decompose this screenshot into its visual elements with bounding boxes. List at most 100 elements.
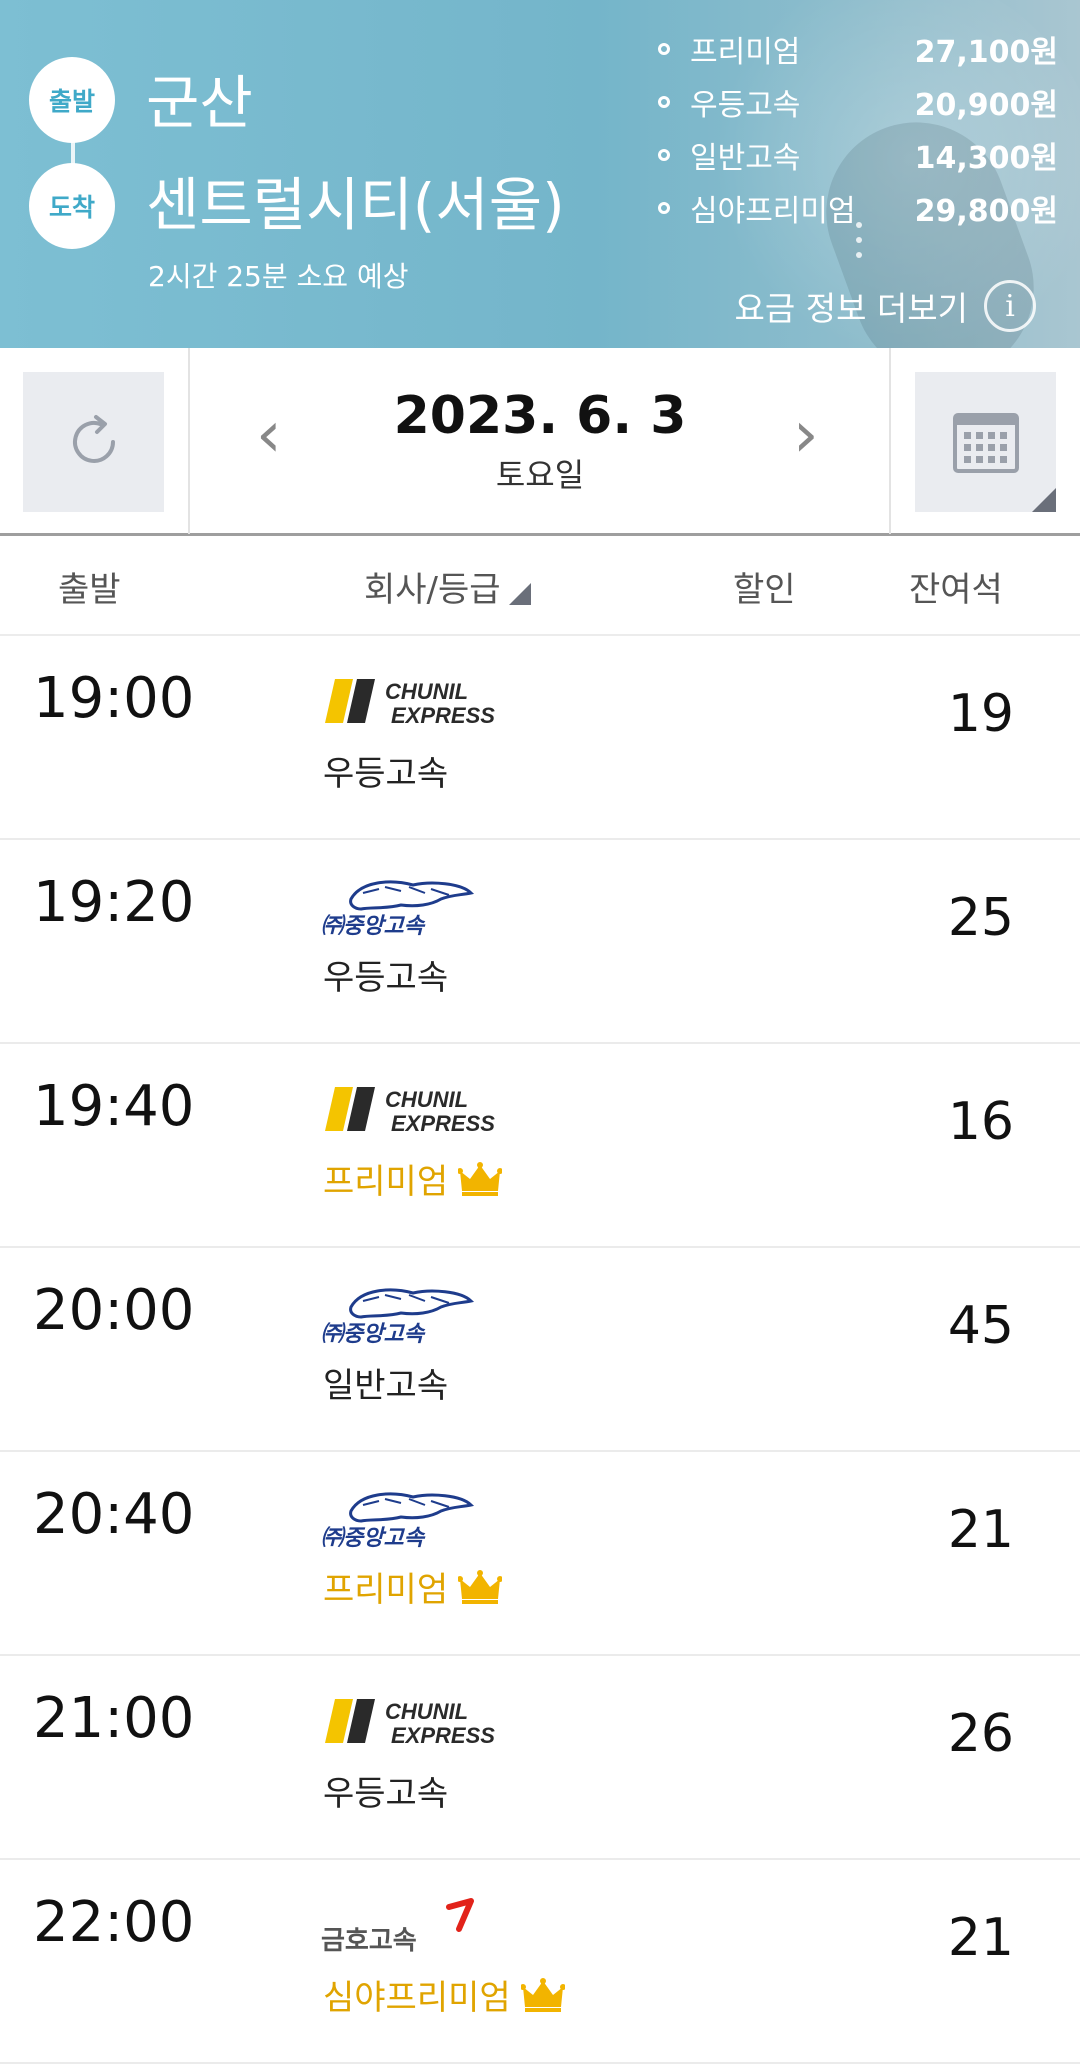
fare-name: 프리미엄 <box>690 34 801 70</box>
bus-grade-label: 일반고속 <box>323 1366 449 1406</box>
svg-text:㈜중앙고속: ㈜중앙고속 <box>321 1322 426 1345</box>
fare-name: 심야프리미엄 <box>690 193 856 229</box>
fare-price: 27,100원 <box>914 34 1058 70</box>
departure-time: 22:00 <box>33 1890 195 1955</box>
fare-item: 일반고속 14,300원 <box>658 128 1058 181</box>
fare-item: 우등고속 20,900원 <box>658 75 1058 128</box>
bus-grade: 우등고속 <box>323 1766 448 1815</box>
bus-row[interactable]: 19:00 CHUNIL EXPRESS 우등고속 19 <box>0 636 1080 840</box>
bus-row[interactable]: 20:00 ㈜중앙고속 일반고속 45 <box>0 1248 1080 1452</box>
bus-grade-label: 프리미엄 <box>323 1570 449 1610</box>
fare-price: 14,300원 <box>914 140 1058 176</box>
bus-grade-label: 심야프리미엄 <box>323 1978 511 2018</box>
divider <box>188 348 190 534</box>
crown-icon <box>458 1161 503 1196</box>
departure-time: 21:00 <box>33 1686 195 1751</box>
crown-icon <box>458 1569 503 1604</box>
bullet-icon <box>658 42 670 55</box>
more-dots-icon <box>856 222 862 267</box>
arrival-city: 센트럴시티(서울) <box>146 171 565 239</box>
remaining-seats: 16 <box>947 1092 1014 1152</box>
column-header-departure[interactable]: 출발 <box>58 562 121 611</box>
column-header-company-label: 회사/등급 <box>364 570 501 610</box>
divider <box>889 348 891 534</box>
crown-icon <box>520 1977 565 2012</box>
selected-date: 2023. 6. 3 <box>393 386 687 446</box>
bullet-icon <box>658 95 670 108</box>
bus-grade-label: 프리미엄 <box>323 1162 449 1202</box>
remaining-seats: 21 <box>947 1500 1014 1560</box>
date-selector: ‹ 2023. 6. 3 토요일 › <box>0 348 1080 536</box>
jungang-express-logo: ㈜중앙고속 <box>321 1288 475 1345</box>
jungang-express-logo: ㈜중앙고속 <box>321 1492 475 1549</box>
table-header: 출발 회사/등급 할인 잔여석 <box>0 536 1080 636</box>
route-header: 출발 도착 군산 센트럴시티(서울) 2시간 25분 소요 예상 프리미엄 27… <box>0 0 1080 348</box>
departure-badge: 출발 <box>29 57 115 143</box>
info-icon: i <box>984 280 1036 332</box>
next-date-button[interactable]: › <box>793 398 819 472</box>
departure-time: 20:40 <box>33 1482 195 1547</box>
remaining-seats: 45 <box>947 1296 1014 1356</box>
svg-text:㈜중앙고속: ㈜중앙고속 <box>321 914 426 937</box>
column-header-discount[interactable]: 할인 <box>733 562 796 611</box>
svg-text:㈜중앙고속: ㈜중앙고속 <box>321 1526 426 1549</box>
jungang-express-logo: ㈜중앙고속 <box>321 880 475 937</box>
chunil-express-logo: CHUNIL EXPRESS <box>325 1699 495 1748</box>
chunil-express-logo: CHUNIL EXPRESS <box>325 1087 495 1136</box>
selected-day: 토요일 <box>495 456 585 494</box>
refresh-icon <box>72 415 115 463</box>
bus-grade: 우등고속 <box>323 746 448 795</box>
bus-list: 19:00 CHUNIL EXPRESS 우등고속 19 19:20 ㈜중앙고속 우… <box>0 636 1080 2064</box>
fare-name: 일반고속 <box>690 140 801 176</box>
svg-text:EXPRESS: EXPRESS <box>391 703 495 728</box>
fare-info-more-button[interactable]: 요금 정보 더보기 i <box>734 280 1036 332</box>
svg-text:CHUNIL: CHUNIL <box>385 1087 468 1112</box>
bus-grade: 우등고속 <box>323 950 448 999</box>
arrival-badge: 도착 <box>29 163 115 249</box>
bus-grade: 심야프리미엄 <box>323 1970 565 2019</box>
chunil-express-logo: CHUNIL EXPRESS <box>325 679 495 728</box>
corner-triangle-icon <box>1032 488 1056 512</box>
fare-info-more-label: 요금 정보 더보기 <box>734 289 969 328</box>
bus-grade: 프리미엄 <box>323 1562 503 1611</box>
prev-date-button[interactable]: ‹ <box>256 398 282 472</box>
fare-price: 20,900원 <box>914 87 1058 123</box>
kumho-express-logo: 금호고속 <box>321 1898 474 1956</box>
bullet-icon <box>658 148 670 161</box>
departure-time: 19:20 <box>33 870 195 935</box>
calendar-button[interactable] <box>915 372 1056 512</box>
svg-text:CHUNIL: CHUNIL <box>385 1699 468 1724</box>
remaining-seats: 19 <box>947 684 1014 744</box>
calendar-icon <box>952 413 1019 473</box>
fare-name: 우등고속 <box>690 87 801 123</box>
bus-grade-label: 우등고속 <box>323 1774 449 1814</box>
column-header-company[interactable]: 회사/등급 <box>364 562 531 611</box>
bus-row[interactable]: 20:40 ㈜중앙고속 프리미엄 21 <box>0 1452 1080 1656</box>
bus-row[interactable]: 19:40 CHUNIL EXPRESS 프리미엄 16 <box>0 1044 1080 1248</box>
refresh-button[interactable] <box>23 372 164 512</box>
svg-text:금호고속: 금호고속 <box>321 1926 417 1956</box>
fare-item: 프리미엄 27,100원 <box>658 22 1058 75</box>
fare-list: 프리미엄 27,100원 우등고속 20,900원 일반고속 14,300원 심… <box>658 22 1058 234</box>
bus-row[interactable]: 22:00 금호고속 심야프리미엄 21 <box>0 1860 1080 2064</box>
fare-price: 29,800원 <box>914 193 1058 229</box>
departure-time: 19:40 <box>33 1074 195 1139</box>
departure-time: 19:00 <box>33 666 195 731</box>
travel-duration: 2시간 25분 소요 예상 <box>148 260 409 293</box>
bus-row[interactable]: 21:00 CHUNIL EXPRESS 우등고속 26 <box>0 1656 1080 1860</box>
departure-city: 군산 <box>146 69 253 137</box>
bus-row[interactable]: 19:20 ㈜중앙고속 우등고속 25 <box>0 840 1080 1044</box>
bus-grade-label: 우등고속 <box>323 958 449 998</box>
remaining-seats: 21 <box>947 1908 1014 1968</box>
svg-text:EXPRESS: EXPRESS <box>391 1723 495 1748</box>
column-header-seats[interactable]: 잔여석 <box>909 562 1003 611</box>
bus-grade: 일반고속 <box>323 1358 448 1407</box>
sort-triangle-icon <box>508 583 531 605</box>
departure-time: 20:00 <box>33 1278 195 1343</box>
bus-grade: 프리미엄 <box>323 1154 503 1203</box>
remaining-seats: 26 <box>947 1704 1014 1764</box>
svg-text:EXPRESS: EXPRESS <box>391 1111 495 1136</box>
bus-grade-label: 우등고속 <box>323 754 449 794</box>
bullet-icon <box>658 201 670 214</box>
svg-text:CHUNIL: CHUNIL <box>385 679 468 704</box>
